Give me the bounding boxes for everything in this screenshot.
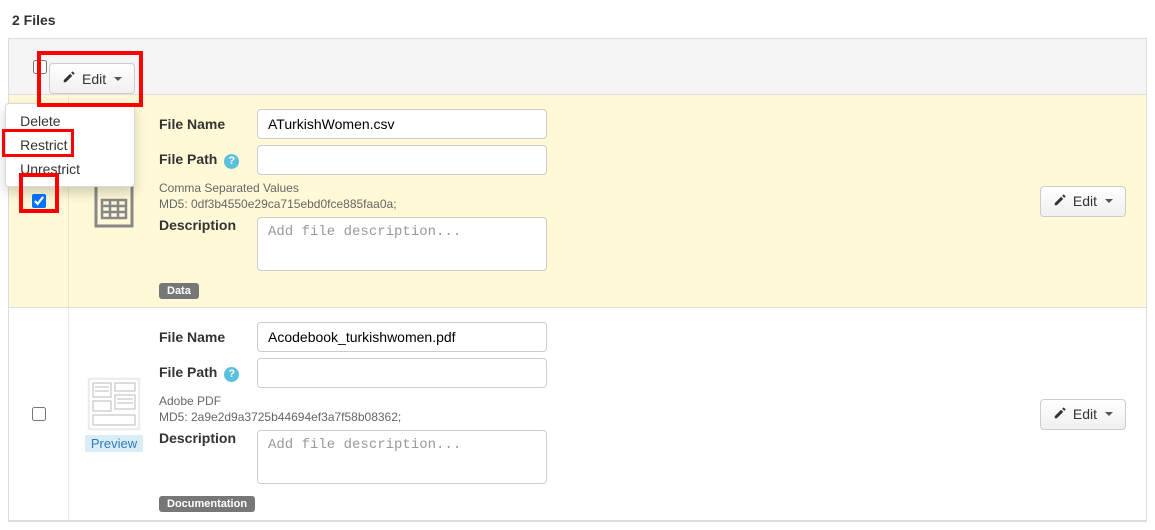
menu-item-delete[interactable]: Delete <box>6 109 134 133</box>
bulk-edit-button[interactable]: Edit <box>49 63 135 94</box>
file-name-input[interactable] <box>257 109 547 139</box>
description-input[interactable] <box>257 430 547 484</box>
file-format: Adobe PDF <box>159 394 1016 408</box>
bulk-edit-menu: Delete Restrict Unrestrict <box>5 103 135 187</box>
files-panel: Edit Delete Restrict Unrestrict <box>8 38 1147 522</box>
file-md5: MD5: 0df3b4550e29ca715ebd0fce885faa0a; <box>159 197 1016 211</box>
select-all-checkbox[interactable] <box>33 60 47 74</box>
file-path-label: File Path ? <box>159 364 249 382</box>
caret-down-icon <box>114 77 122 81</box>
help-icon[interactable]: ? <box>224 154 239 169</box>
file-edit-button[interactable]: Edit <box>1040 399 1126 430</box>
file-tag: Documentation <box>159 496 255 512</box>
file-row: Preview File Name File Path ? Adobe PDF … <box>9 308 1146 521</box>
menu-item-restrict[interactable]: Restrict <box>6 133 134 157</box>
file-tag: Data <box>159 283 199 299</box>
menu-item-unrestrict[interactable]: Unrestrict <box>6 157 134 181</box>
file-path-input[interactable] <box>257 145 547 175</box>
caret-down-icon <box>1105 412 1113 416</box>
page-title: 2 Files <box>12 12 1147 28</box>
description-input[interactable] <box>257 217 547 271</box>
file-name-label: File Name <box>159 329 249 345</box>
help-icon[interactable]: ? <box>224 367 239 382</box>
file-format: Comma Separated Values <box>159 181 1016 195</box>
file-md5: MD5: 2a9e2d9a3725b44694ef3a7f58b08362; <box>159 410 1016 424</box>
pencil-icon <box>62 70 76 87</box>
file-path-label-text: File Path <box>159 151 217 167</box>
file-select-checkbox[interactable] <box>32 194 46 208</box>
file-edit-button[interactable]: Edit <box>1040 186 1126 217</box>
file-name-label: File Name <box>159 116 249 132</box>
file-path-label-text: File Path <box>159 364 217 380</box>
bulk-edit-label: Edit <box>82 71 106 87</box>
menu-item-restrict-label: Restrict <box>20 137 67 153</box>
file-path-input[interactable] <box>257 358 547 388</box>
caret-down-icon <box>1105 199 1113 203</box>
pencil-icon <box>1053 193 1067 210</box>
header-row: Edit Delete Restrict Unrestrict <box>9 39 1146 95</box>
file-name-input[interactable] <box>257 322 547 352</box>
pdf-thumbnail <box>87 377 141 431</box>
preview-link[interactable]: Preview <box>85 435 143 452</box>
file-select-checkbox[interactable] <box>32 407 46 421</box>
file-edit-label: Edit <box>1073 406 1097 422</box>
file-edit-label: Edit <box>1073 193 1097 209</box>
pencil-icon <box>1053 406 1067 423</box>
description-label: Description <box>159 430 249 446</box>
file-path-label: File Path ? <box>159 151 249 169</box>
file-row: File Name File Path ? Comma Separated Va… <box>9 95 1146 308</box>
description-label: Description <box>159 217 249 233</box>
